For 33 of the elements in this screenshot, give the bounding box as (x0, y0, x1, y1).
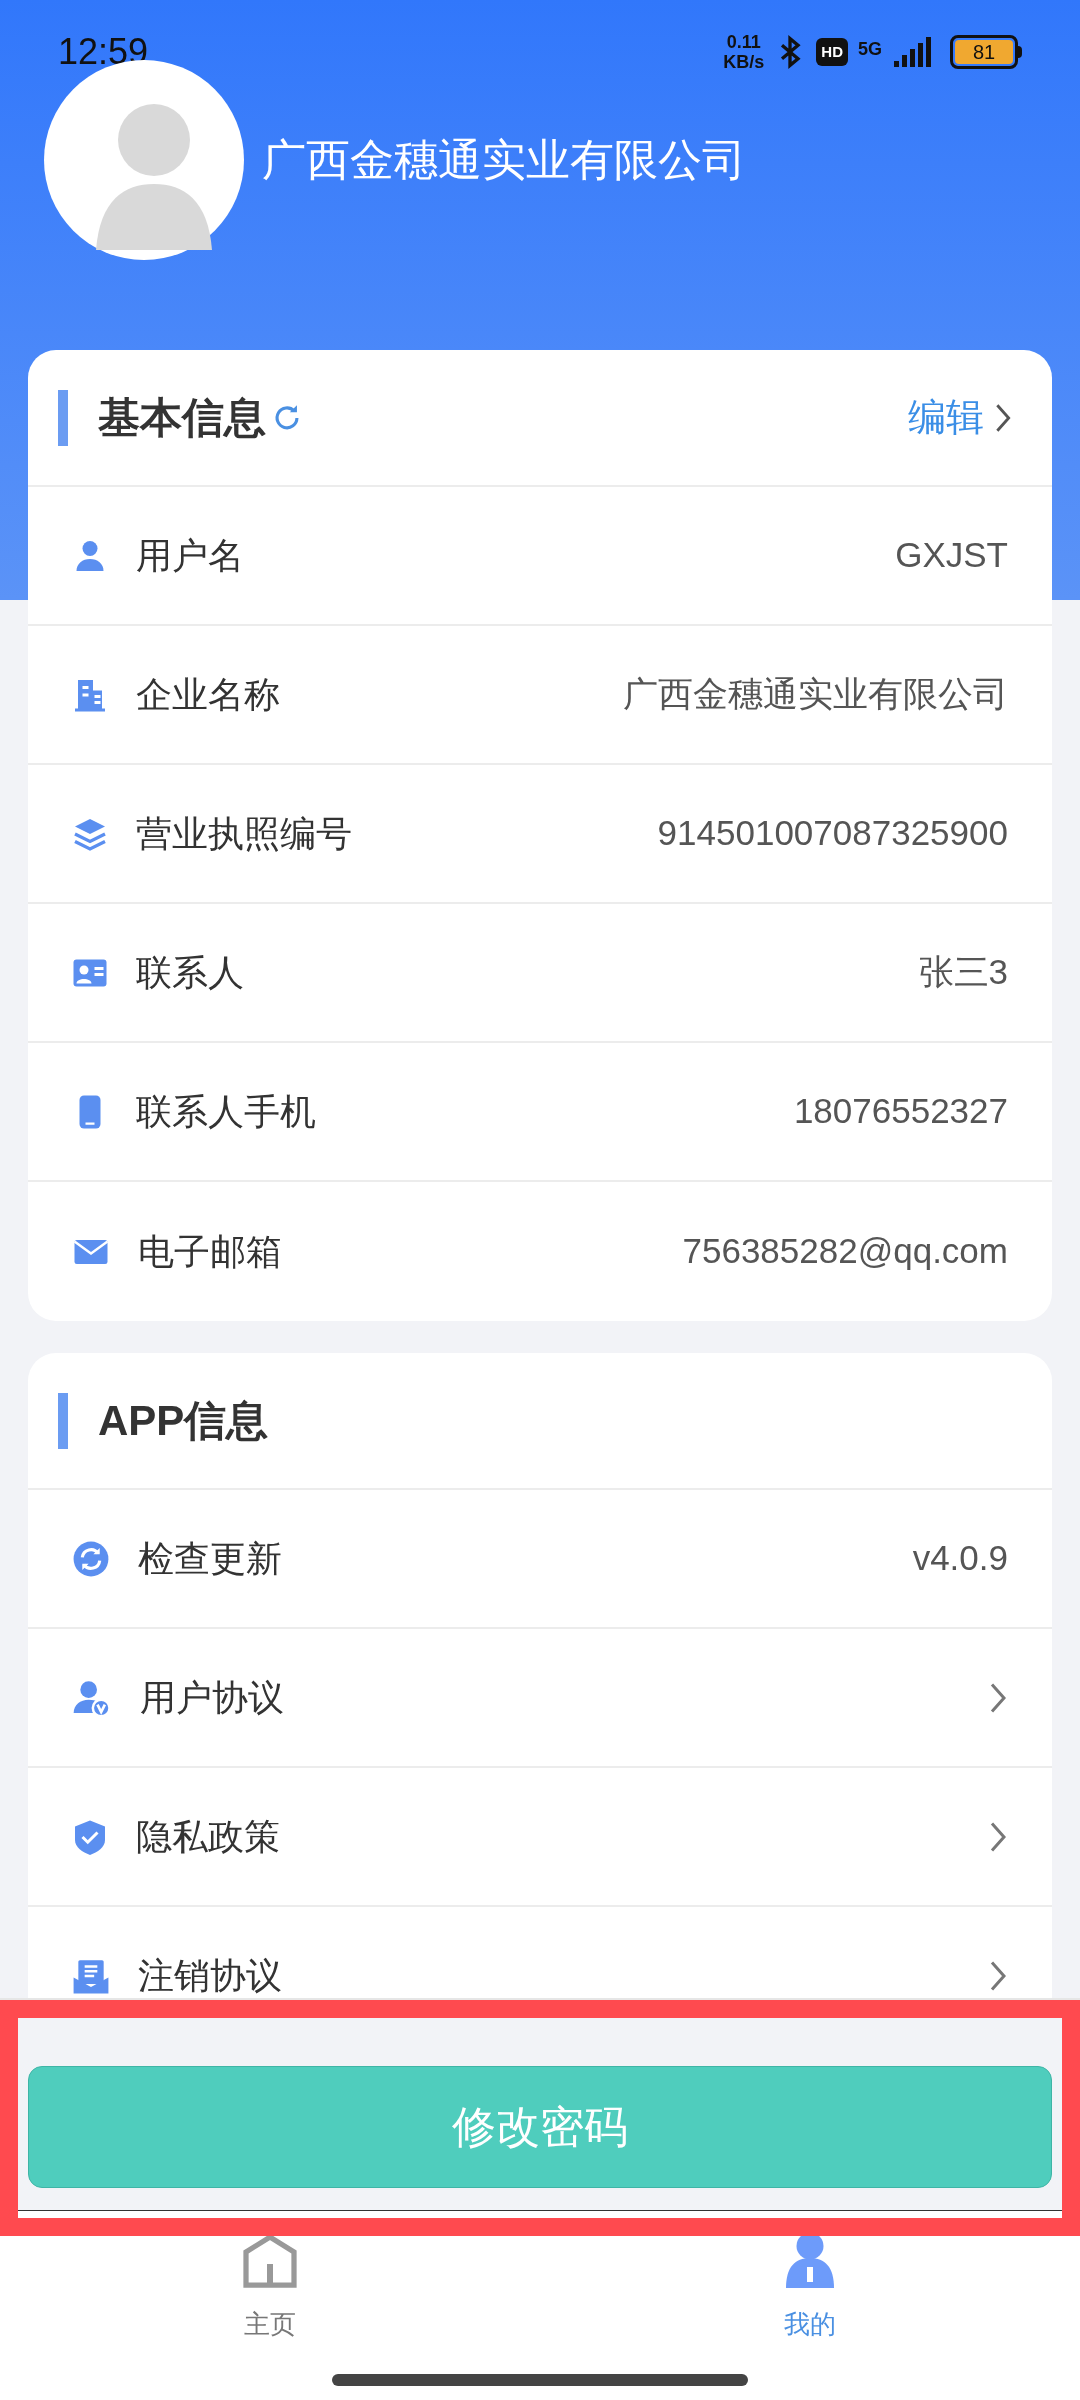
row-label: 用户协议 (140, 1675, 284, 1720)
battery-level: 81 (955, 40, 1013, 64)
hd-badge: HD (816, 37, 848, 67)
network-speed: 0.11 KB/s (723, 32, 765, 72)
section-title: 基本信息 (98, 393, 266, 443)
row-label: 联系人手机 (136, 1089, 316, 1134)
row-label: 联系人 (136, 950, 244, 995)
accent-bar (58, 389, 68, 446)
section-title: APP信息 (98, 1396, 269, 1446)
refresh-icon (72, 1539, 110, 1578)
row-value: v4.0.9 (912, 1537, 1008, 1580)
row-label: 检查更新 (138, 1536, 282, 1581)
row-label: 营业执照编号 (136, 811, 352, 856)
status-time: 12:59 (58, 30, 149, 74)
row-value: 广西金穗通实业有限公司 (623, 673, 1008, 716)
row-label: 隐私政策 (136, 1814, 280, 1859)
row-value: 18076552327 (793, 1090, 1008, 1133)
change-password-button[interactable]: 修改密码 (28, 2066, 1052, 2188)
row-label: 电子邮箱 (138, 1229, 282, 1274)
edit-button[interactable]: 编辑 (908, 389, 1012, 446)
signal-icon (892, 37, 932, 67)
nav-tab[interactable]: 主页 (0, 2211, 540, 2400)
row-value: GXJST (895, 534, 1008, 577)
row-label: 用户名 (136, 533, 244, 578)
company-name: 广西金穗通实业有限公司 (262, 134, 746, 186)
nav-tab[interactable]: 我的 (540, 2211, 1080, 2400)
row-label: 企业名称 (136, 672, 280, 717)
accent-bar (58, 1392, 68, 1449)
row-value: 张三3 (918, 951, 1008, 994)
row-label: 注销协议 (138, 1953, 282, 1998)
row-value: 914501007087325900 (657, 812, 1008, 855)
network-type: 5G (858, 38, 882, 61)
row-value: 756385282@qq.com (682, 1230, 1008, 1273)
